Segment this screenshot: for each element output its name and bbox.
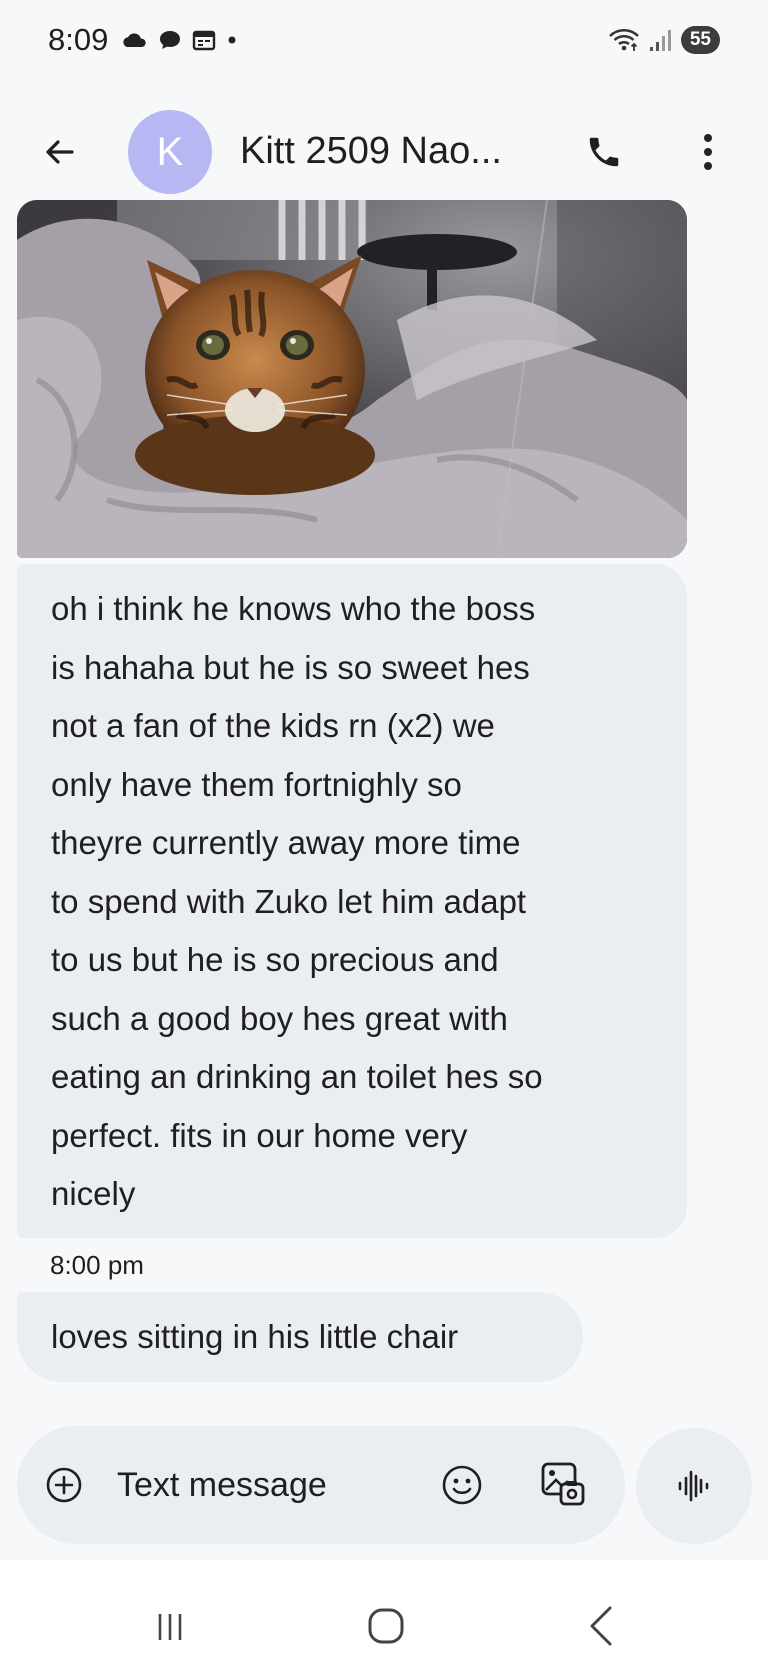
battery-icon: 55 <box>680 26 720 54</box>
voice-message-button[interactable] <box>636 1428 752 1544</box>
message-line: eating an drinking an toilet hes so <box>51 1058 543 1095</box>
message-input[interactable] <box>117 1462 377 1508</box>
add-attachment-icon[interactable] <box>45 1466 83 1504</box>
conversation-header: K Kitt 2509 Nao... <box>0 90 768 210</box>
message-bubble[interactable]: loves sitting in his little chair <box>17 1292 583 1382</box>
back-button[interactable] <box>36 128 84 176</box>
message-line: oh i think he knows who the boss <box>51 590 536 627</box>
message-line: is hahaha but he is so sweet hes <box>51 648 530 686</box>
audio-waveform-icon <box>678 1470 709 1502</box>
phone-icon <box>589 137 619 167</box>
avatar[interactable]: K <box>128 110 212 194</box>
gallery-icon[interactable] <box>539 1460 585 1508</box>
compose-bar <box>17 1426 625 1544</box>
more-vert-icon-dot <box>704 162 712 170</box>
status-time: 8:09 <box>48 22 109 57</box>
wifi-icon <box>608 29 639 51</box>
message-line: such a good boy hes great with <box>51 999 508 1037</box>
more-vert-icon-dot <box>704 148 712 156</box>
signal-icon <box>649 30 671 51</box>
home-icon[interactable] <box>366 1606 406 1646</box>
message-line: to spend with Zuko let him adapt <box>51 882 527 920</box>
message-line: perfect. fits in our home very <box>51 1116 468 1154</box>
emoji-icon[interactable] <box>441 1464 483 1506</box>
message-timestamp: 8:00 pm <box>50 1250 144 1280</box>
message-text: loves sitting in his little chair <box>51 1318 459 1355</box>
dot-icon <box>228 36 236 44</box>
system-navigation-bar <box>0 1560 768 1663</box>
cloud-icon <box>123 33 147 47</box>
status-bar: 8:09 55 <box>0 0 768 80</box>
message-line: only have them fortnighly so <box>51 765 462 803</box>
more-options-button[interactable] <box>690 126 726 178</box>
system-icons: 55 <box>607 26 720 54</box>
call-button[interactable] <box>578 126 630 178</box>
contact-name[interactable]: Kitt 2509 Nao... <box>240 130 502 173</box>
back-nav-icon[interactable] <box>586 1604 616 1648</box>
back-arrow-icon <box>46 140 74 164</box>
cat-photo <box>17 200 687 558</box>
message-line: theyre currently away more time <box>51 824 521 861</box>
notification-icons <box>122 28 238 52</box>
recent-apps-icon[interactable] <box>152 1610 188 1644</box>
message-bubble[interactable]: oh i think he knows who the boss is haha… <box>17 564 687 1238</box>
message-image[interactable] <box>17 200 687 558</box>
message-line: to us but he is so precious and <box>51 941 499 978</box>
message-line: nicely <box>51 1175 136 1212</box>
chat-bubble-icon <box>160 31 181 49</box>
message-line: not a fan of the kids rn (x2) we <box>51 707 495 744</box>
calendar-icon <box>193 30 216 51</box>
more-vert-icon <box>704 134 712 142</box>
